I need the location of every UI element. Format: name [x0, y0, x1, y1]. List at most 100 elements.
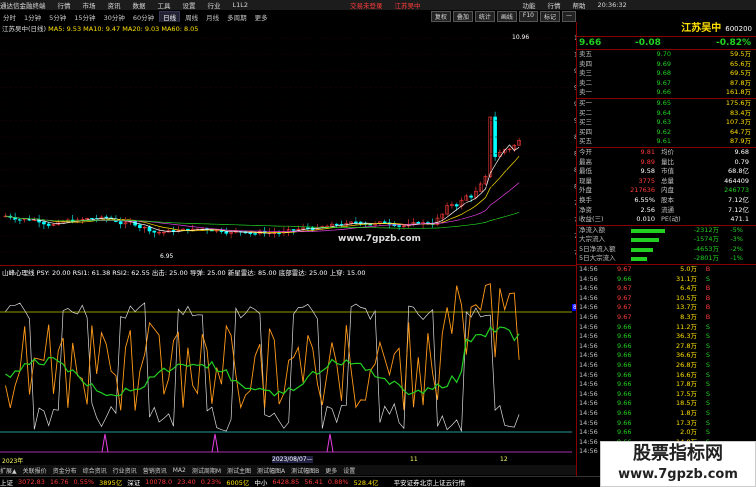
bottom-tab[interactable]: 测试幅图A [257, 466, 285, 475]
tick-row[interactable]: 14:56 9.66 27.8万 S [577, 342, 756, 352]
tick-time: 14:56 [579, 399, 598, 408]
quote-value: 7.12亿 [728, 205, 749, 214]
signal-spike [326, 433, 334, 453]
minimize-button[interactable]: — [562, 11, 576, 22]
candle-body [147, 226, 152, 232]
period-15min[interactable]: 15分钟 [71, 12, 98, 22]
menu-industry[interactable]: 行业 [208, 0, 221, 10]
tick-row[interactable]: 14:56 9.66 18.5万 S [577, 399, 756, 409]
tick-row[interactable]: 14:56 9.66 17.8万 S [577, 380, 756, 390]
tick-side: S [705, 361, 711, 369]
bottom-tab[interactable]: 营销资讯 [143, 466, 167, 475]
book-price: 9.65 [656, 98, 671, 107]
book-price: 9.61 [656, 137, 671, 146]
book-row: 卖三 9.68 69.5万 [577, 69, 756, 79]
chart-area[interactable]: 10.2510.009.759.509.259.008.758.508.258.… [0, 30, 576, 465]
book-price: 9.67 [656, 78, 671, 87]
tick-row[interactable]: 14:56 9.66 2.0万 S [577, 428, 756, 438]
tick-row[interactable]: 14:56 9.66 11.2万 S [577, 323, 756, 333]
menu-market[interactable]: 市场 [83, 0, 96, 10]
period-month[interactable]: 月线 [203, 12, 222, 22]
quote-key: 均价 [661, 147, 674, 156]
tick-side: S [705, 341, 711, 350]
menu-quote2[interactable]: 行情 [548, 0, 561, 10]
bottom-tab[interactable]: 更多 [325, 466, 337, 475]
trade-login-status[interactable]: 交易未登录 [350, 0, 383, 10]
period-week[interactable]: 周线 [182, 12, 201, 22]
bottom-tab[interactable]: 关联报价 [23, 466, 47, 475]
tick-row[interactable]: 14:56 9.67 6.4万 B [577, 284, 756, 294]
tick-row[interactable]: 14:56 9.67 10.5万 B [577, 294, 756, 304]
fuquan-button[interactable]: 复权 [430, 11, 451, 22]
quote-stats: 今开 9.81 均价 9.68 最高 9.89 量比 0.79 最低 9.58 市值 68.8亿 现量 3… [577, 146, 756, 225]
tick-volume: 1.8万 [680, 408, 697, 417]
clock: 20:36:32 [597, 1, 627, 9]
bottom-tab[interactable]: 设置 [343, 466, 355, 475]
bottom-tab[interactable]: 扩展▲ [0, 466, 17, 475]
tick-row[interactable]: 14:56 9.67 13.7万 B [577, 303, 756, 313]
tick-row[interactable]: 14:56 9.66 1.8万 S [577, 409, 756, 419]
menu-quotes[interactable]: 行情 [58, 0, 71, 10]
menu-settings[interactable]: 设置 [183, 0, 196, 10]
bottom-tab[interactable]: 测试幅图B [291, 466, 319, 475]
period-multi[interactable]: 多周期 [224, 12, 250, 22]
period-60min[interactable]: 60分钟 [130, 12, 157, 22]
tick-list[interactable]: 14:56 9.67 5.0万 B 14:56 9.66 31.1万 S 14:56 9.67 6.… [577, 264, 756, 457]
period-more[interactable]: 更多 [252, 12, 271, 22]
tick-side: S [705, 399, 711, 408]
tick-row[interactable]: 14:56 9.67 5.0万 B [577, 265, 756, 275]
candle-body [253, 233, 257, 235]
candle-body [152, 230, 157, 233]
tick-volume: 13.7万 [676, 303, 697, 312]
menu-function[interactable]: 功能 [523, 0, 536, 10]
tick-price: 9.66 [617, 408, 632, 417]
tick-row[interactable]: 14:56 9.66 16.6万 S [577, 371, 756, 381]
signal-spike [101, 433, 109, 453]
tick-price: 9.66 [617, 428, 632, 437]
tick-side: S [705, 380, 711, 389]
period-fenshi[interactable]: 分时 [0, 12, 19, 22]
quote-value: 9.89 [640, 157, 655, 166]
bottom-tab[interactable]: 测试周期M [192, 466, 221, 475]
tick-price: 9.66 [617, 389, 632, 398]
bottom-tab[interactable]: 综合资讯 [83, 466, 107, 475]
period-day[interactable]: 日线 [159, 11, 181, 22]
menu-data[interactable]: 数据 [133, 0, 146, 10]
rsi1-line [5, 283, 520, 411]
tick-row[interactable]: 14:56 9.67 8.3万 B [577, 313, 756, 323]
stats-button[interactable]: 统计 [474, 11, 495, 22]
bottom-tab[interactable]: 资金分布 [53, 466, 77, 475]
tick-row[interactable]: 14:56 9.66 17.3万 S [577, 419, 756, 429]
tick-side: B [705, 303, 711, 312]
flow-row: 5日大宗流入 -2801万 -1% [577, 254, 756, 264]
index-value: 3072.83 [18, 478, 45, 486]
quote-key: 最高 [579, 157, 592, 166]
tick-row[interactable]: 14:56 9.66 17.5万 S [577, 390, 756, 400]
mark-button[interactable]: 标记 [539, 11, 560, 22]
tick-row[interactable]: 14:56 9.66 36.6万 S [577, 351, 756, 361]
quote-row: 现量 3775 总量 464409 [577, 177, 756, 187]
flow-label: 大宗流入 [579, 235, 605, 244]
quote-value: 0.79 [734, 157, 749, 166]
tick-price: 9.67 [617, 265, 632, 274]
tick-price: 9.67 [617, 313, 632, 322]
menu-help[interactable]: 帮助 [573, 0, 586, 10]
period-30min[interactable]: 30分钟 [101, 12, 128, 22]
period-5min[interactable]: 5分钟 [46, 12, 69, 22]
tick-side: B [705, 284, 711, 293]
tick-price: 9.66 [617, 332, 632, 341]
bottom-tab[interactable]: MA2 [173, 467, 186, 474]
bottom-tab[interactable]: 行业资讯 [113, 466, 137, 475]
overlay-button[interactable]: 叠加 [452, 11, 473, 22]
period-1min[interactable]: 1分钟 [21, 12, 44, 22]
tick-row[interactable]: 14:56 9.66 31.1万 S [577, 275, 756, 285]
book-row: 买五 9.61 87.9万 [577, 137, 756, 147]
tick-row[interactable]: 14:56 9.66 26.8万 S [577, 361, 756, 371]
menu-news[interactable]: 资讯 [108, 0, 121, 10]
f10-button[interactable]: F10 [518, 11, 538, 22]
menu-l1l2[interactable]: L1L2 [233, 1, 249, 9]
menu-tools[interactable]: 工具 [158, 0, 171, 10]
bottom-tab[interactable]: 测试主图 [227, 466, 251, 475]
draw-button[interactable]: 画线 [496, 11, 517, 22]
tick-row[interactable]: 14:56 9.66 36.3万 S [577, 332, 756, 342]
